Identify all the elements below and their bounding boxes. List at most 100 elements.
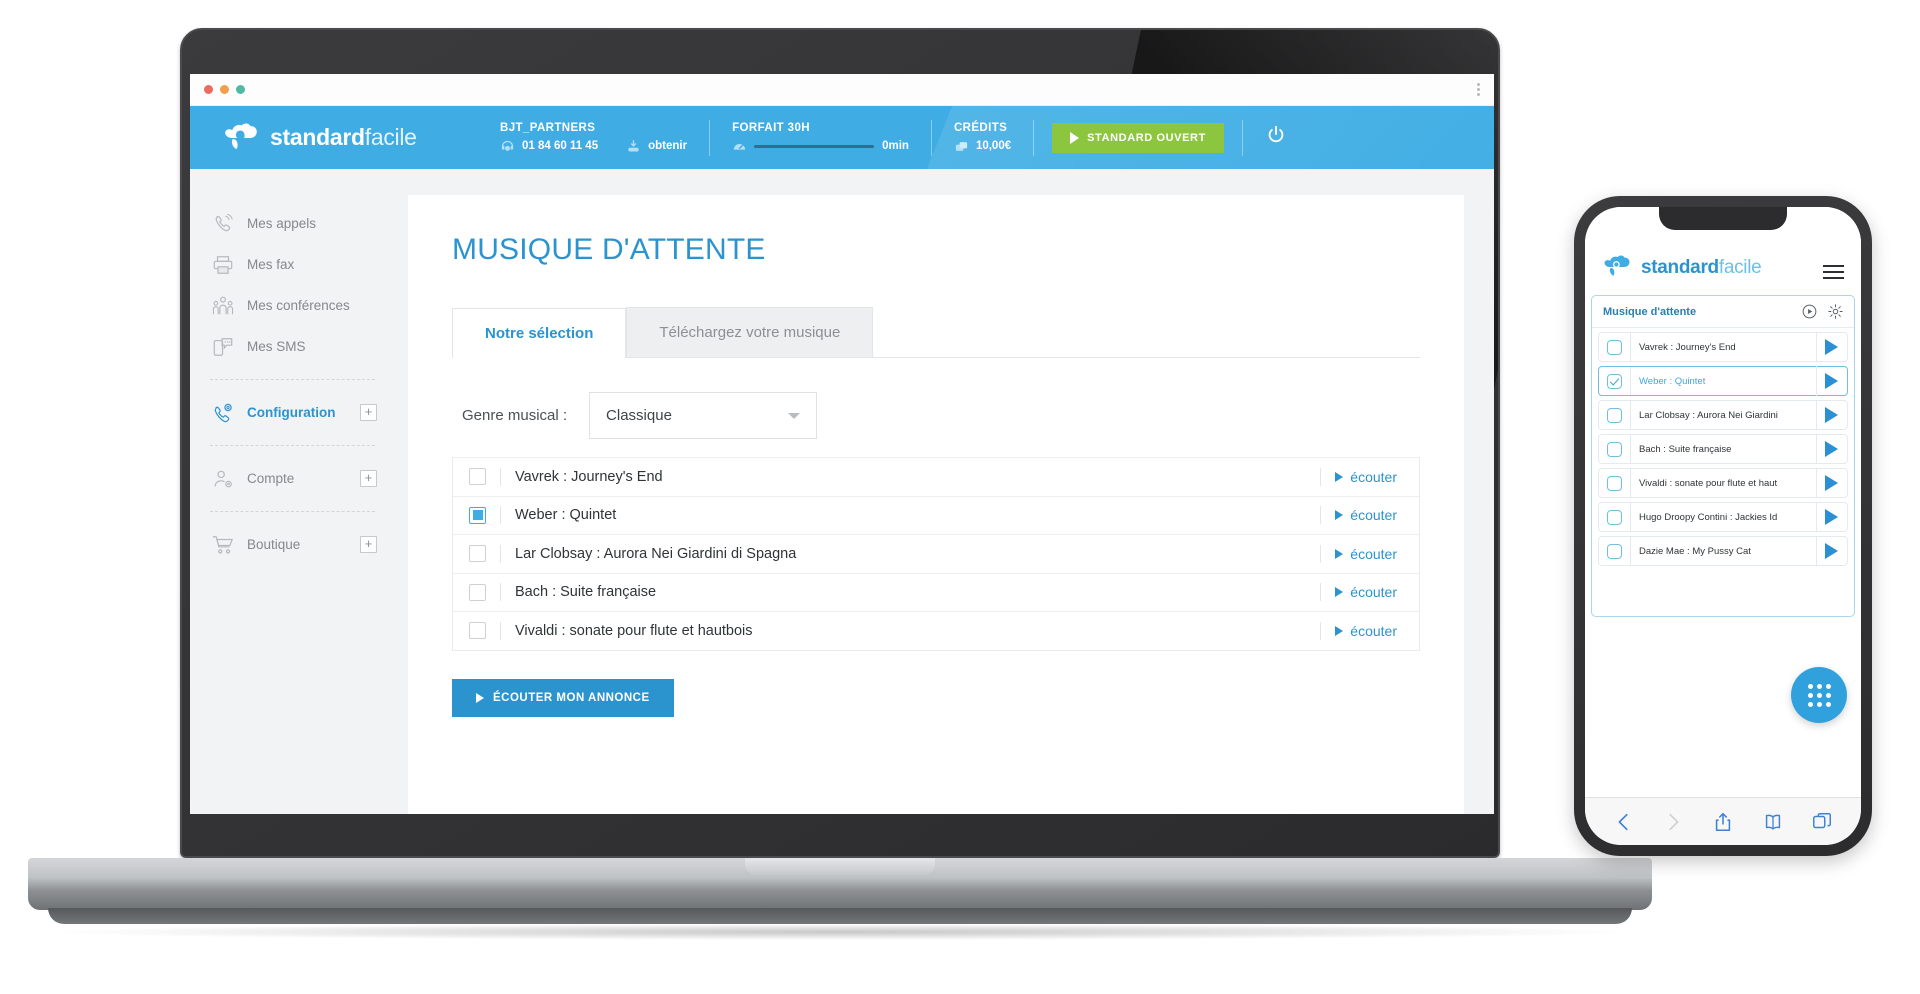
mobile-track-checkbox[interactable] — [1607, 373, 1622, 389]
track-checkbox[interactable] — [469, 468, 486, 486]
mobile-track-row[interactable]: Bach : Suite française — [1598, 434, 1848, 464]
sidebar-item-mes-conferences[interactable]: Mes conférences — [190, 285, 395, 326]
bookmarks-icon[interactable] — [1762, 811, 1784, 833]
sidebar-item-compte[interactable]: Compte + — [190, 458, 395, 499]
track-row[interactable]: Vivaldi : sonate pour flute et hautbois … — [453, 611, 1419, 650]
mobile-track-row[interactable]: Hugo Droopy Contini : Jackies Id — [1598, 502, 1848, 532]
mobile-track-checkbox[interactable] — [1607, 509, 1622, 525]
mobile-track-checkbox[interactable] — [1607, 543, 1622, 559]
sidebar-item-mes-sms[interactable]: Mes SMS — [190, 326, 395, 367]
maximize-icon[interactable] — [236, 85, 245, 94]
track-checkbox[interactable] — [469, 622, 486, 640]
sidebar-divider — [210, 445, 375, 446]
sidebar-item-configuration[interactable]: Configuration + — [190, 392, 395, 433]
mobile-track-name: Hugo Droopy Contini : Jackies Id — [1639, 511, 1778, 523]
cart-icon — [212, 535, 234, 554]
mobile-play-icon[interactable] — [1825, 441, 1838, 457]
tabs-icon[interactable] — [1811, 811, 1833, 833]
tab-label: Notre sélection — [485, 325, 594, 342]
phone-gear-icon — [214, 403, 232, 422]
mobile-play-icon[interactable] — [1825, 339, 1838, 355]
sidebar-item-boutique[interactable]: Boutique + — [190, 524, 395, 565]
track-row[interactable]: Lar Clobsay : Aurora Nei Giardini di Spa… — [453, 534, 1419, 573]
track-row[interactable]: Weber : Quintet écouter — [453, 495, 1419, 535]
mobile-play-icon[interactable] — [1825, 543, 1838, 559]
phone-screen: standardfacile Musique d'attente Vavrek … — [1585, 207, 1861, 845]
genre-selector-row: Genre musical : Classique — [462, 392, 1420, 439]
window-controls[interactable] — [204, 85, 245, 94]
standardfacile-logo-icon — [225, 123, 257, 149]
announce-button-label: ÉCOUTER MON ANNONCE — [493, 691, 650, 704]
mobile-play-icon[interactable] — [1825, 509, 1838, 525]
share-icon[interactable] — [1712, 811, 1734, 833]
divider — [1816, 366, 1817, 396]
divider — [1630, 435, 1631, 463]
play-circle-icon[interactable] — [1801, 303, 1818, 320]
laptop-lid: standardfacile BJT_PARTNERS 01 84 60 11 … — [180, 28, 1500, 858]
tab-telechargez-votre-musique[interactable]: Téléchargez votre musique — [626, 307, 874, 357]
divider — [500, 506, 501, 525]
kebab-menu-icon[interactable] — [1477, 83, 1480, 96]
mobile-track-checkbox[interactable] — [1607, 475, 1622, 491]
expand-plus-icon[interactable]: + — [360, 536, 377, 553]
track-row[interactable]: Vavrek : Journey's End écouter — [453, 457, 1419, 496]
listen-button[interactable]: écouter — [1335, 584, 1419, 600]
brand-bold-text: standard — [270, 124, 365, 150]
listen-button[interactable]: écouter — [1335, 623, 1419, 639]
expand-plus-icon[interactable]: + — [360, 470, 377, 487]
hamburger-icon[interactable] — [1823, 265, 1844, 279]
listen-announcement-button[interactable]: ÉCOUTER MON ANNONCE — [452, 678, 674, 717]
mobile-track-name: Bach : Suite française — [1639, 443, 1732, 455]
mobile-track-row[interactable]: Dazie Mae : My Pussy Cat — [1598, 536, 1848, 566]
divider — [1630, 333, 1631, 361]
forward-arrow-icon[interactable] — [1662, 811, 1684, 833]
tab-label: Téléchargez votre musique — [659, 324, 841, 341]
plan-meter: 0min — [754, 140, 909, 152]
tab-notre-selection[interactable]: Notre sélection — [452, 308, 627, 358]
close-icon[interactable] — [204, 85, 213, 94]
mobile-track-checkbox[interactable] — [1607, 339, 1622, 355]
back-arrow-icon[interactable] — [1613, 811, 1635, 833]
listen-button[interactable]: écouter — [1335, 546, 1419, 562]
minimize-icon[interactable] — [220, 85, 229, 94]
track-checkbox[interactable] — [469, 545, 486, 563]
mobile-track-row[interactable]: Vivaldi : sonate pour flute et haut — [1598, 468, 1848, 498]
obtain-link[interactable]: obtenir — [648, 140, 687, 152]
sidebar-item-label: Boutique — [247, 537, 301, 552]
laptop-base-foot — [48, 908, 1632, 924]
dialpad-fab-button[interactable] — [1791, 667, 1847, 723]
divider — [1320, 544, 1322, 563]
genre-select[interactable]: Classique — [589, 392, 818, 439]
listen-button[interactable]: écouter — [1335, 507, 1419, 523]
brand-logo-group[interactable]: standardfacile — [190, 123, 478, 153]
browser-chrome — [190, 74, 1494, 106]
page-title: MUSIQUE D'ATTENTE — [452, 233, 766, 266]
mobile-play-icon[interactable] — [1825, 373, 1838, 389]
mobile-track-row[interactable]: Weber : Quintet — [1598, 366, 1848, 396]
gear-icon[interactable] — [1827, 303, 1844, 320]
mobile-play-icon[interactable] — [1825, 475, 1838, 491]
sidebar-divider — [210, 379, 375, 380]
track-checkbox[interactable] — [469, 583, 486, 601]
tab-bar: Notre sélection Téléchargez votre musiqu… — [452, 307, 1420, 358]
listen-button[interactable]: écouter — [1335, 469, 1419, 485]
track-checkbox[interactable] — [469, 506, 486, 524]
mobile-track-row[interactable]: Vavrek : Journey's End — [1598, 332, 1848, 362]
main-content: MUSIQUE D'ATTENTE Notre sélection Téléch… — [395, 169, 1494, 814]
expand-plus-icon[interactable]: + — [360, 404, 377, 421]
sidebar-item-mes-appels[interactable]: Mes appels — [190, 203, 395, 244]
listen-label: écouter — [1350, 468, 1397, 485]
sidebar-item-mes-fax[interactable]: Mes fax — [190, 244, 395, 285]
plan-label: FORFAIT 30H — [732, 121, 810, 134]
track-row[interactable]: Bach : Suite française écouter — [453, 572, 1419, 612]
mobile-track-row[interactable]: Lar Clobsay : Aurora Nei Giardini — [1598, 400, 1848, 430]
mobile-play-icon[interactable] — [1825, 407, 1838, 423]
standard-status-button[interactable]: STANDARD OUVERT — [1052, 122, 1224, 153]
power-icon[interactable] — [1265, 124, 1287, 146]
mobile-track-checkbox[interactable] — [1607, 441, 1622, 457]
divider — [1816, 502, 1817, 532]
mobile-track-checkbox[interactable] — [1607, 407, 1622, 423]
phone-body: standardfacile Musique d'attente Vavrek … — [1574, 196, 1872, 856]
chevron-down-icon — [788, 412, 801, 419]
phone-device: standardfacile Musique d'attente Vavrek … — [1574, 196, 1872, 856]
